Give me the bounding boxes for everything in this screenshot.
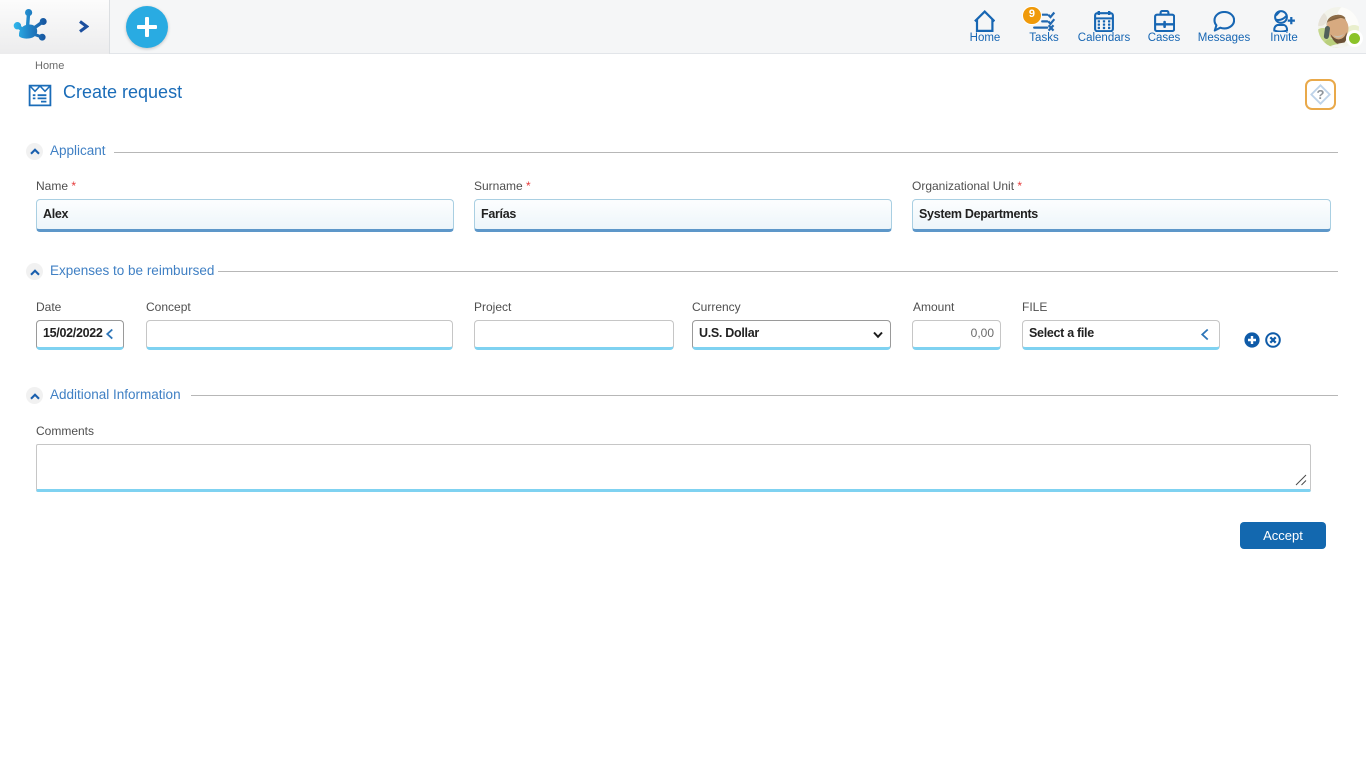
svg-text:?: ?: [1317, 87, 1325, 102]
